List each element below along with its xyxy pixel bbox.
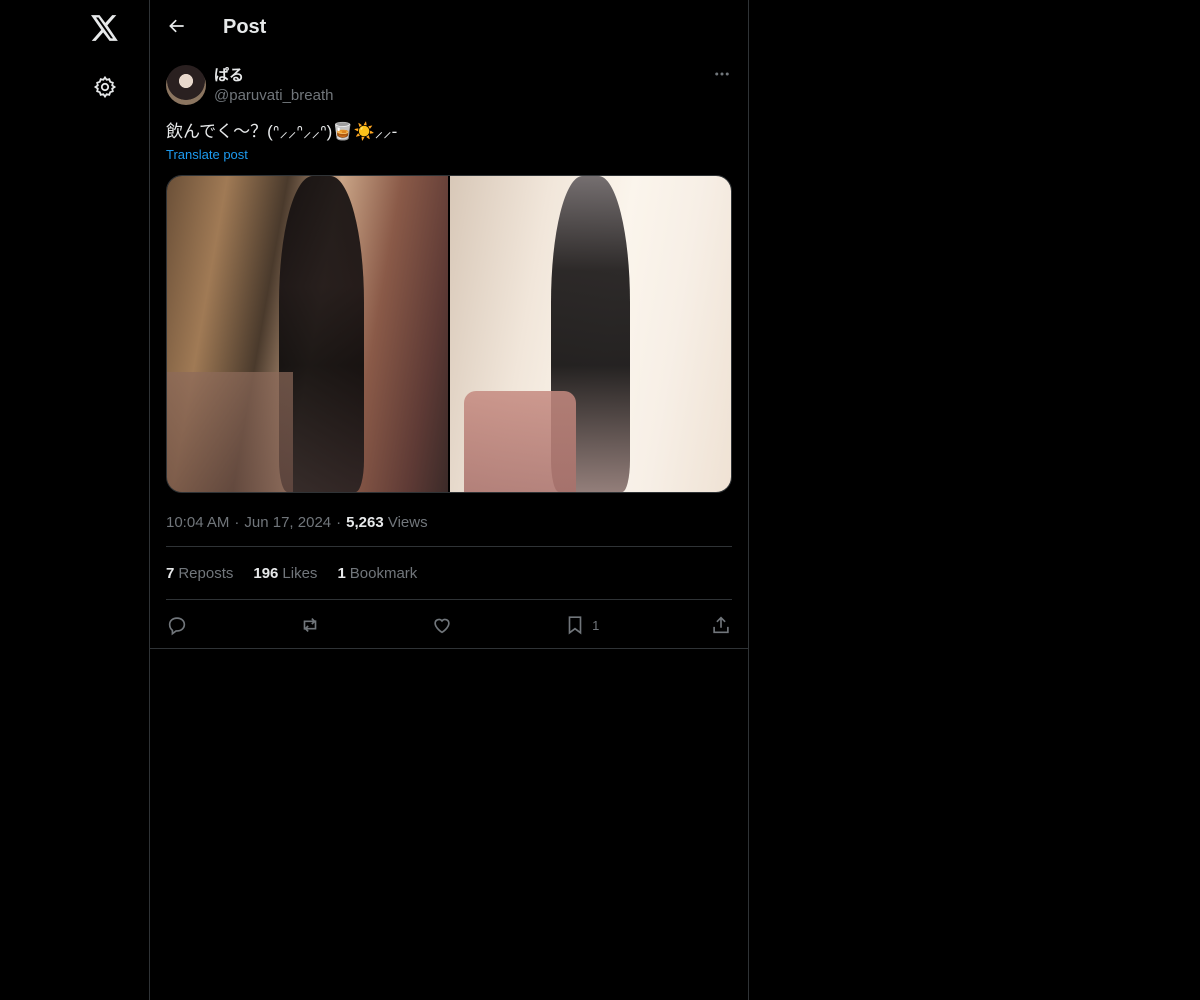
bookmark-count: 1 xyxy=(592,617,600,633)
post-media xyxy=(166,175,732,493)
author-handle[interactable]: @paruvati_breath xyxy=(214,86,333,106)
reposts-count: 7 xyxy=(166,565,175,582)
post-actions: 1 xyxy=(166,612,732,638)
bookmarks-label: Bookmark xyxy=(349,565,418,582)
post-photo-1[interactable] xyxy=(167,176,448,492)
post-date[interactable]: Jun 17, 2024 xyxy=(244,514,331,531)
post-stats: 7 Reposts 196 Likes 1 Bookmark xyxy=(166,564,417,584)
post-text: 飲んでく〜？(ᐢ⸝⸝ᐢ⸝⸝ᐢ)🥃☀️⸝⸝- xyxy=(166,122,398,141)
page-title: Post xyxy=(223,16,267,38)
meta-separator: · xyxy=(234,514,240,531)
reposts-stat[interactable]: 7 Reposts xyxy=(166,564,233,584)
author-name[interactable]: ぱる xyxy=(214,66,333,85)
views-count: 5,263 xyxy=(346,514,384,531)
post-photo-2[interactable] xyxy=(450,176,731,492)
divider xyxy=(166,546,732,547)
divider xyxy=(166,599,732,600)
like-button[interactable] xyxy=(431,614,453,636)
reply-icon xyxy=(168,617,186,636)
reposts-label: Reposts xyxy=(178,565,234,582)
avatar[interactable] xyxy=(166,65,206,105)
views-label: Views xyxy=(387,514,428,531)
post-meta: 10:04 AM · Jun 17, 2024 · 5,263 Views xyxy=(166,513,428,533)
post-author: ぱる @paruvati_breath xyxy=(214,66,333,106)
likes-count: 196 xyxy=(253,565,279,582)
bookmarks-count: 1 xyxy=(337,565,346,582)
main-column: Post ぱる @paruvati_breath 飲んでく〜？(ᐢ⸝⸝ᐢ⸝⸝ᐢ)… xyxy=(149,0,749,1000)
bookmark-icon xyxy=(568,616,582,635)
reply-button[interactable] xyxy=(166,614,188,636)
share-button[interactable] xyxy=(710,614,732,636)
bookmarks-stat[interactable]: 1 Bookmark xyxy=(337,564,417,584)
post-time[interactable]: 10:04 AM xyxy=(166,514,229,531)
more-options-icon[interactable] xyxy=(712,64,732,84)
share-icon xyxy=(713,616,729,634)
translate-post-link[interactable]: Translate post xyxy=(166,147,248,163)
post-bottom-divider xyxy=(150,648,748,649)
heart-icon xyxy=(434,618,451,634)
x-logo-icon[interactable] xyxy=(89,12,121,44)
likes-label: Likes xyxy=(282,565,318,582)
bookmark-button[interactable]: 1 xyxy=(564,614,599,636)
repost-icon xyxy=(303,617,317,633)
left-nav xyxy=(0,0,150,1000)
back-arrow-icon[interactable] xyxy=(165,14,189,38)
repost-button[interactable] xyxy=(299,614,321,636)
meta-separator: · xyxy=(336,514,342,531)
likes-stat[interactable]: 196 Likes xyxy=(253,564,317,584)
page: Post ぱる @paruvati_breath 飲んでく〜？(ᐢ⸝⸝ᐢ⸝⸝ᐢ)… xyxy=(0,0,1200,1000)
page-header: Post xyxy=(150,0,748,54)
gear-icon[interactable] xyxy=(91,73,119,101)
